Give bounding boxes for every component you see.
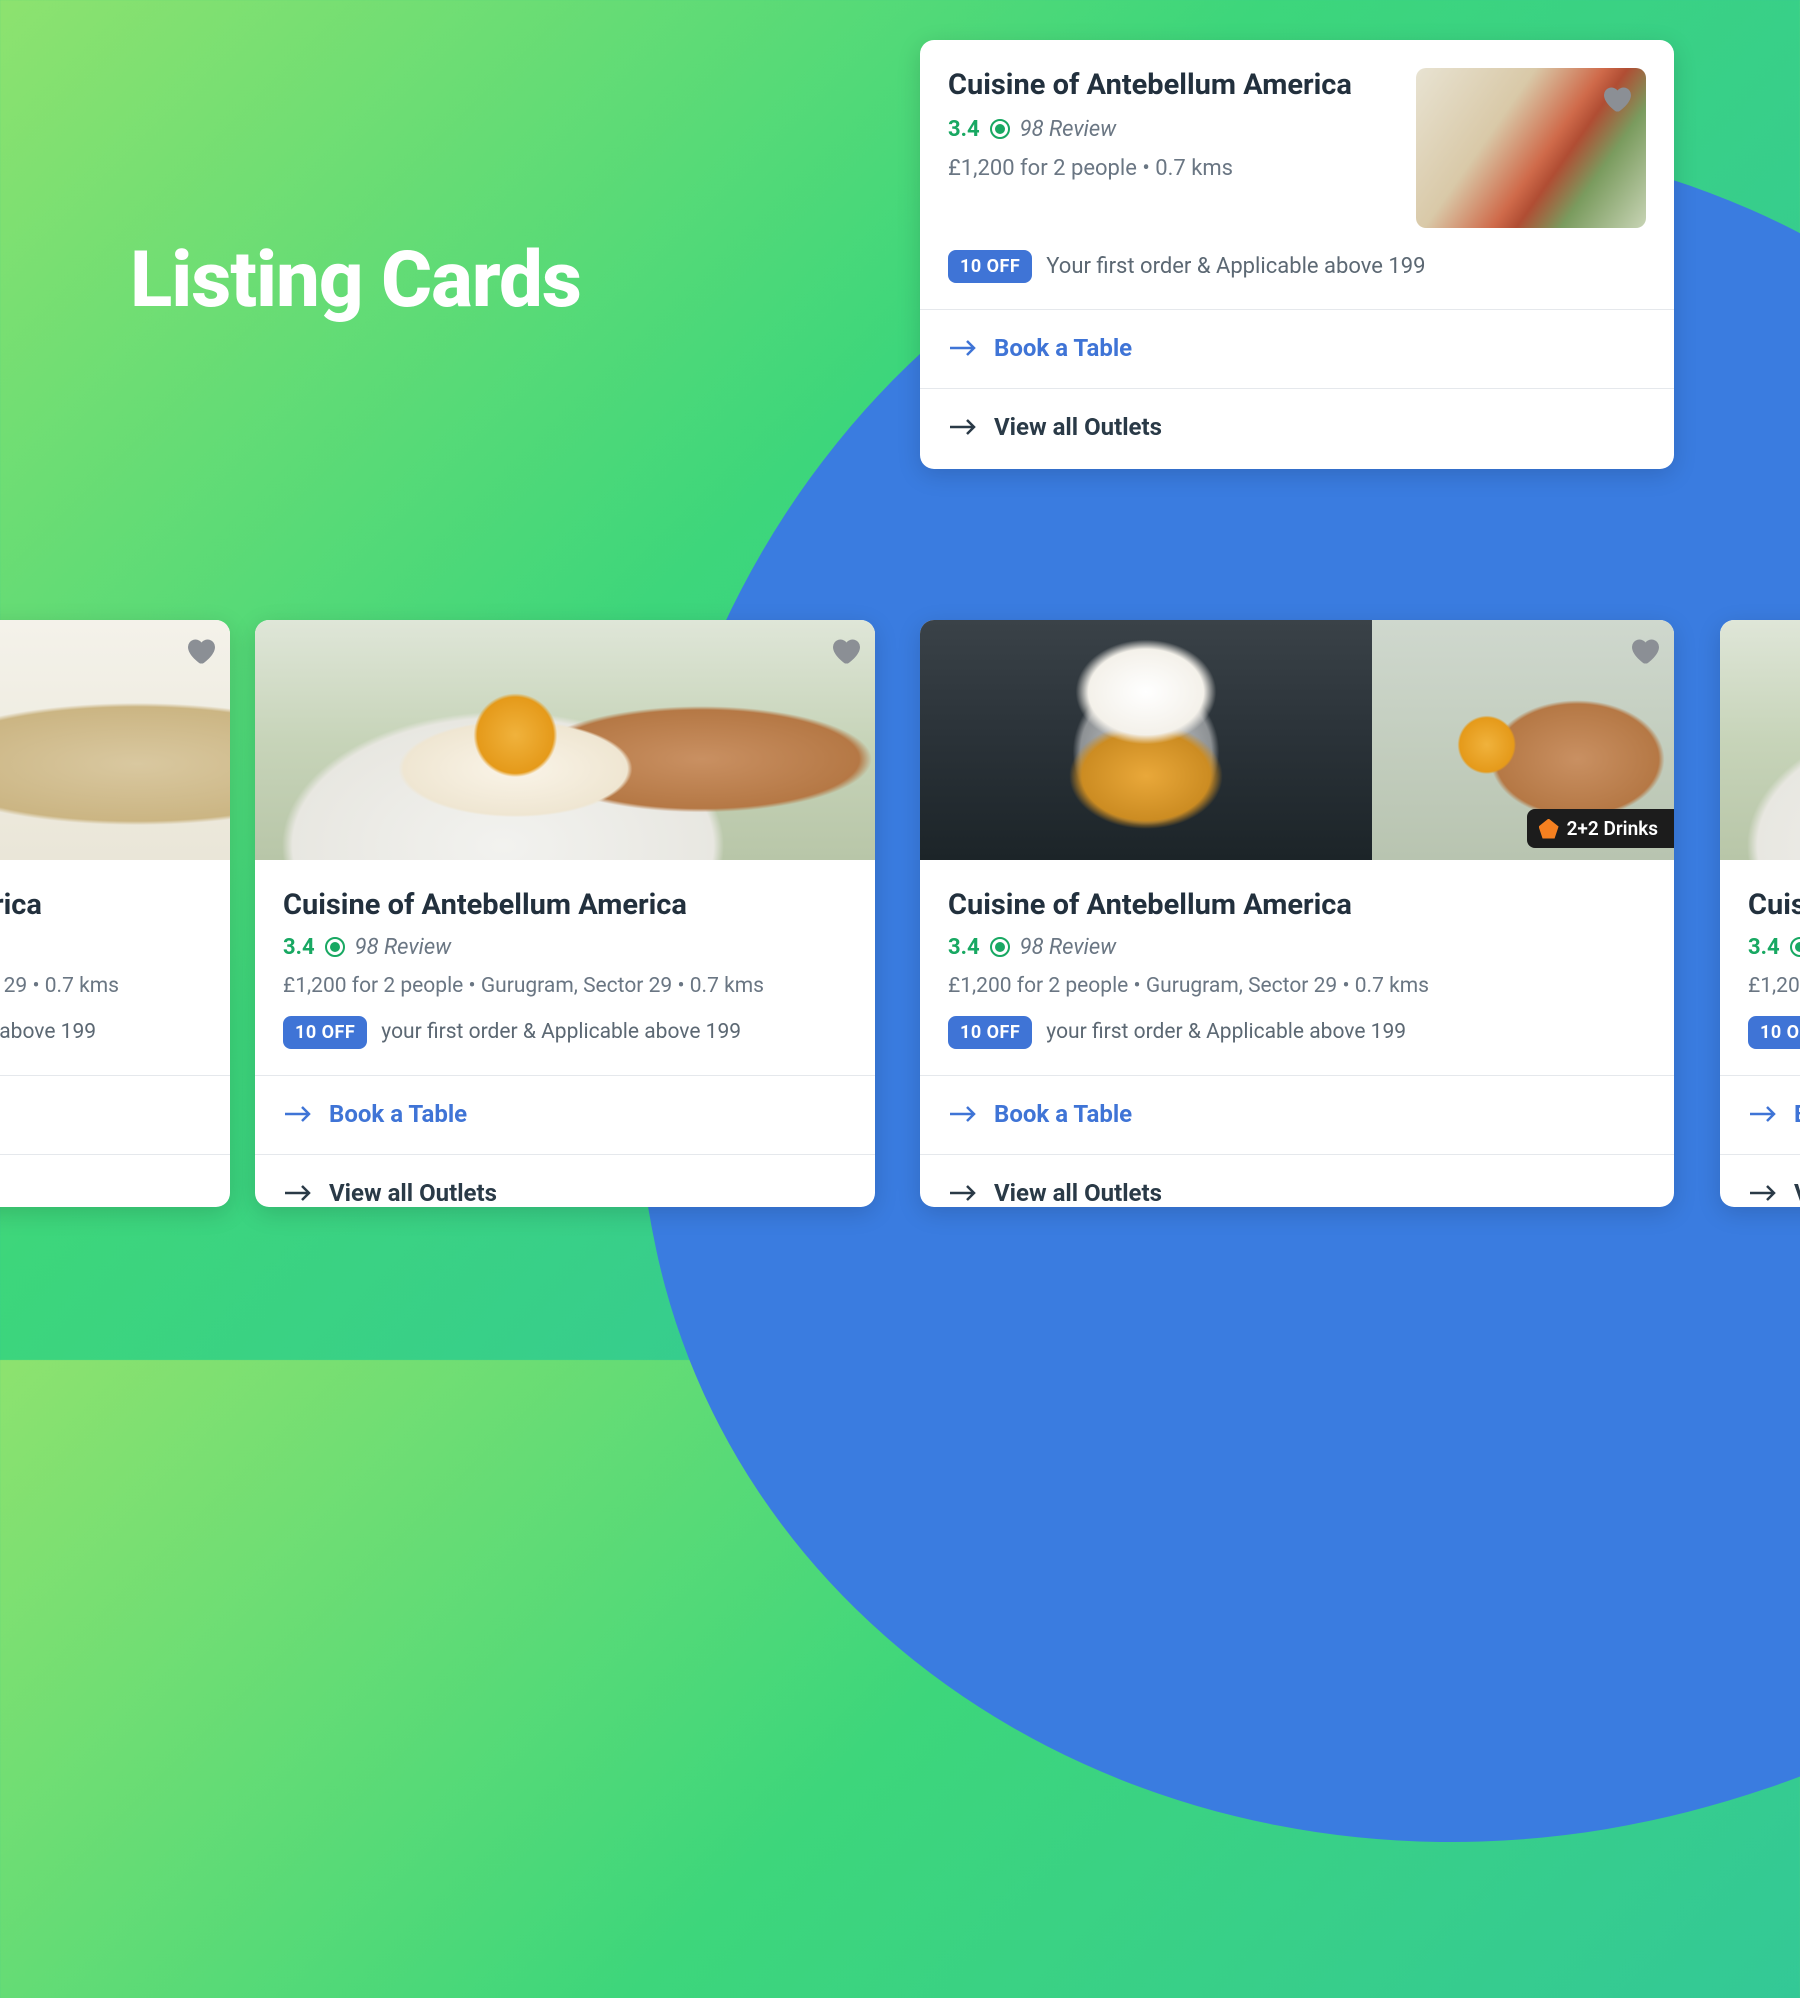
view-outlets-button[interactable]: View all Outlets	[283, 1155, 847, 1207]
rating-value: 3.4	[1748, 935, 1780, 960]
book-table-button[interactable]: Book a Table	[948, 1076, 1646, 1128]
restaurant-hero-image	[1720, 620, 1800, 860]
meta-info: £1,200 for 2 people • Gurugram, Sector 2…	[0, 974, 202, 998]
promo-text: your first order & Applicable above 199	[0, 1020, 96, 1044]
discount-badge: 10 OFF	[948, 250, 1032, 283]
view-outlets-button[interactable]: View all Outlets	[948, 1155, 1646, 1207]
heart-icon	[182, 632, 218, 668]
arrow-right-icon	[1748, 1183, 1778, 1203]
promo-text: Your first order & Applicable above 199	[1046, 254, 1425, 279]
favorite-button[interactable]	[827, 632, 863, 668]
favorite-button[interactable]	[1626, 632, 1662, 668]
review-count: 98 Review	[1020, 117, 1117, 142]
rating-value: 3.4	[283, 935, 315, 960]
listing-card: Cuisine of Antebellum America 3.4 98 Rev…	[1720, 620, 1800, 1207]
rating-indicator-icon	[990, 119, 1010, 139]
promo-row: 10 OFF your first order & Applicable abo…	[0, 1016, 202, 1049]
discount-badge: 10 OFF	[948, 1016, 1032, 1049]
favorite-button[interactable]	[182, 632, 218, 668]
rating-row: 3.4 98 Review	[948, 935, 1646, 960]
listing-card-compact: Cuisine of Antebellum America 3.4 98 Rev…	[920, 40, 1674, 469]
rating-indicator-icon	[1790, 937, 1800, 957]
view-outlets-label: View all Outlets	[994, 1179, 1162, 1207]
meta-info: £1,200 for 2 people • Gurugram, Sector 2…	[948, 974, 1646, 998]
restaurant-thumbnail	[1416, 68, 1646, 228]
page-title: Listing Cards	[130, 235, 581, 326]
view-outlets-button[interactable]: View all Outlets	[948, 389, 1646, 441]
rating-indicator-icon	[325, 937, 345, 957]
heart-icon	[1626, 632, 1662, 668]
promo-row: 10 OFF your first order & Applicable abo…	[1748, 1016, 1800, 1049]
meta-info: £1,200 for 2 people • 0.7 kms	[948, 156, 1386, 181]
discount-badge: 10 OFF	[283, 1016, 367, 1049]
restaurant-hero-image	[255, 620, 875, 860]
arrow-right-icon	[948, 1104, 978, 1124]
rating-value: 3.4	[948, 935, 980, 960]
promo-row: 10 OFF your first order & Applicable abo…	[948, 1016, 1646, 1049]
promo-row: 10 OFF Your first order & Applicable abo…	[948, 250, 1646, 283]
book-table-label: Book a Table	[329, 1100, 467, 1128]
discount-badge: 10 OFF	[1748, 1016, 1800, 1049]
rating-indicator-icon	[990, 937, 1010, 957]
meta-info: £1,200 for 2 people • Gurugram, Sector 2…	[283, 974, 847, 998]
promo-text: your first order & Applicable above 199	[381, 1020, 741, 1044]
arrow-right-icon	[283, 1183, 313, 1203]
arrow-right-icon	[948, 338, 978, 358]
favorite-button[interactable]	[1598, 80, 1634, 116]
review-count: 98 Review	[355, 935, 452, 960]
view-outlets-button[interactable]: View all Outlets	[1748, 1155, 1800, 1207]
arrow-right-icon	[283, 1104, 313, 1124]
restaurant-hero-image: 2+2 Drinks	[920, 620, 1674, 860]
book-table-button[interactable]: Book a Table	[1748, 1076, 1800, 1128]
restaurant-title: Cuisine of Antebellum America	[948, 68, 1386, 103]
book-table-button[interactable]: Book a Table	[0, 1076, 202, 1128]
drinks-promo-tag: 2+2 Drinks	[1527, 809, 1674, 848]
listing-card: Cuisine of Antebellum America 3.4 98 Rev…	[255, 620, 875, 1207]
heart-icon	[1598, 80, 1634, 116]
restaurant-title: Cuisine of Antebellum America	[948, 888, 1646, 923]
review-count: 98 Review	[1020, 935, 1117, 960]
rating-row: 3.4 98 Review	[283, 935, 847, 960]
book-table-label: Book a Table	[1794, 1100, 1800, 1128]
listing-card: 2+2 Drinks Cuisine of Antebellum America…	[920, 620, 1674, 1207]
restaurant-title: Cuisine of Antebellum America	[0, 888, 202, 923]
promo-text: your first order & Applicable above 199	[1046, 1020, 1406, 1044]
rating-row: 3.4 98 Review	[948, 117, 1386, 142]
arrow-right-icon	[948, 1183, 978, 1203]
heart-icon	[827, 632, 863, 668]
rating-value: 3.4	[948, 117, 980, 142]
book-table-label: Book a Table	[994, 334, 1132, 362]
restaurant-hero-image	[0, 620, 230, 860]
promo-row: 10 OFF your first order & Applicable abo…	[283, 1016, 847, 1049]
listing-card: Cuisine of Antebellum America 3.4 98 Rev…	[0, 620, 230, 1207]
arrow-right-icon	[948, 417, 978, 437]
view-outlets-label: View all Outlets	[329, 1179, 497, 1207]
book-table-label: Book a Table	[994, 1100, 1132, 1128]
view-outlets-label: View all Outlets	[1794, 1179, 1800, 1207]
restaurant-title: Cuisine of Antebellum America	[283, 888, 847, 923]
book-table-button[interactable]: Book a Table	[283, 1076, 847, 1128]
restaurant-title: Cuisine of Antebellum America	[1748, 888, 1800, 923]
view-outlets-label: View all Outlets	[994, 413, 1162, 441]
book-table-button[interactable]: Book a Table	[948, 310, 1646, 362]
view-outlets-button[interactable]: View all Outlets	[0, 1155, 202, 1207]
rating-row: 3.4 98 Review	[0, 935, 202, 960]
arrow-right-icon	[1748, 1104, 1778, 1124]
meta-info: £1,200 for 2 people • Gurugram, Sector 2…	[1748, 974, 1800, 998]
rating-row: 3.4 98 Review	[1748, 935, 1800, 960]
